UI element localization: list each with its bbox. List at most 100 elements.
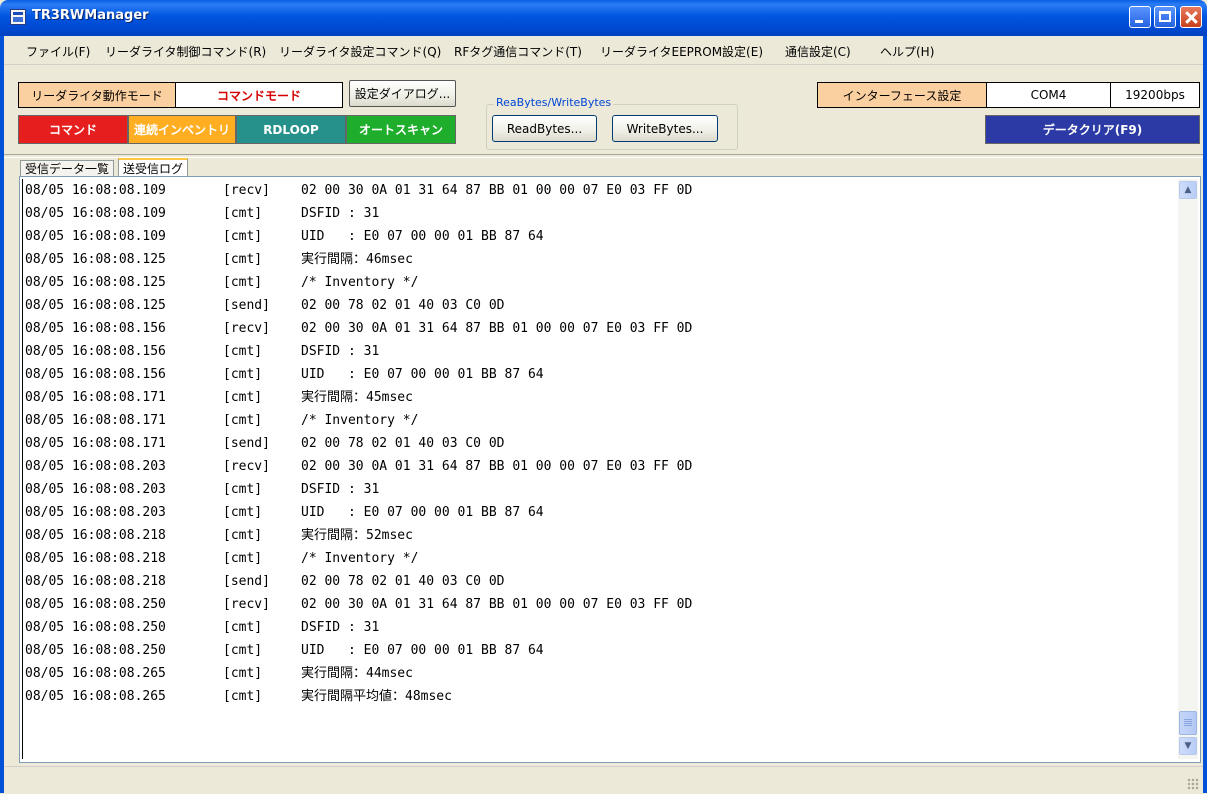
rdloop-button[interactable]: RDLOOP <box>236 115 346 144</box>
minimize-button[interactable] <box>1129 6 1151 28</box>
log-tag: [cmt] <box>223 551 263 566</box>
log-message: /* Inventory */ <box>301 275 419 290</box>
menu-bar: ファイル(F) リーダライタ制御コマンド(R) リーダライタ設定コマンド(Q) … <box>4 36 1203 65</box>
menu-help[interactable]: ヘルプ(H) <box>880 43 934 60</box>
log-tag: [cmt] <box>223 275 263 290</box>
scroll-down-icon[interactable]: ▼ <box>1179 737 1197 755</box>
menu-communication-settings[interactable]: 通信設定(C) <box>785 43 851 60</box>
interface-settings-label: インターフェース設定 <box>817 82 987 108</box>
vertical-scrollbar[interactable]: ▲ ▼ <box>1178 179 1198 759</box>
title-bar[interactable]: TR3RWManager <box>0 0 1207 36</box>
log-tag: [cmt] <box>223 620 263 635</box>
log-timestamp: 08/05 16:08:08.109 <box>25 183 166 198</box>
log-message: UID : E0 07 00 00 01 BB 87 64 <box>301 229 544 244</box>
log-timestamp: 08/05 16:08:08.109 <box>25 229 166 244</box>
log-message: /* Inventory */ <box>301 413 419 428</box>
log-timestamp: 08/05 16:08:08.156 <box>25 367 166 382</box>
log-message: 02 00 30 0A 01 31 64 87 BB 01 00 00 07 E… <box>301 597 693 612</box>
log-message: 02 00 78 02 01 40 03 C0 0D <box>301 574 505 589</box>
log-panel[interactable]: 08/05 16:08:08.109 [recv] 02 00 30 0A 01 3… <box>19 176 1201 763</box>
mode-value: コマンドモード <box>175 82 343 108</box>
log-tag: [recv] <box>223 459 270 474</box>
menu-file[interactable]: ファイル(F) <box>26 43 90 60</box>
log-tag: [cmt] <box>223 689 263 704</box>
log-tag: [send] <box>223 298 270 313</box>
log-timestamp: 08/05 16:08:08.171 <box>25 413 166 428</box>
window-frame-right <box>1203 36 1207 793</box>
log-tag: [cmt] <box>223 528 263 543</box>
log-timestamp: 08/05 16:08:08.250 <box>25 620 166 635</box>
log-tag: [cmt] <box>223 666 263 681</box>
log-timestamp: 08/05 16:08:08.203 <box>25 482 166 497</box>
log-message: 実行間隔：45msec <box>301 390 413 405</box>
log-timestamp: 08/05 16:08:08.125 <box>25 275 166 290</box>
log-message: DSFID : 31 <box>301 482 380 497</box>
log-message: 実行間隔：46msec <box>301 252 413 267</box>
log-timestamp: 08/05 16:08:08.265 <box>25 689 166 704</box>
log-tag: [cmt] <box>223 413 263 428</box>
log-tag: [recv] <box>223 597 270 612</box>
log-timestamp: 08/05 16:08:08.250 <box>25 643 166 658</box>
log-timestamp: 08/05 16:08:08.125 <box>25 298 166 313</box>
resize-grip-icon[interactable] <box>1187 778 1199 790</box>
log-message: 02 00 30 0A 01 31 64 87 BB 01 00 00 07 E… <box>301 321 693 336</box>
tab-received-data-list[interactable]: 受信データ一覧 <box>20 160 115 176</box>
log-timestamp: 08/05 16:08:08.218 <box>25 574 166 589</box>
read-bytes-button[interactable]: ReadBytes... <box>492 115 597 142</box>
data-clear-button[interactable]: データクリア(F9) <box>985 115 1200 144</box>
scroll-up-icon[interactable]: ▲ <box>1179 181 1197 199</box>
log-tag: [cmt] <box>223 206 263 221</box>
com-port-value: COM4 <box>986 82 1111 108</box>
scroll-thumb[interactable] <box>1179 711 1197 735</box>
log-tag: [cmt] <box>223 344 263 359</box>
log-tag: [send] <box>223 436 270 451</box>
menu-rw-eeprom-settings[interactable]: リーダライタEEPROM設定(E) <box>600 43 763 60</box>
app-icon <box>10 9 26 25</box>
log-timestamp: 08/05 16:08:08.171 <box>25 390 166 405</box>
log-message: 実行間隔平均値：48msec <box>301 689 452 704</box>
log-timestamp: 08/05 16:08:08.125 <box>25 252 166 267</box>
log-message: 02 00 78 02 01 40 03 C0 0D <box>301 298 505 313</box>
log-message: DSFID : 31 <box>301 620 380 635</box>
auto-scan-button[interactable]: オートスキャン <box>346 115 456 144</box>
log-timestamp: 08/05 16:08:08.218 <box>25 551 166 566</box>
log-tag: [cmt] <box>223 390 263 405</box>
write-bytes-button[interactable]: WriteBytes... <box>612 115 718 142</box>
group-title: ReaBytes/WriteBytes <box>494 96 614 109</box>
window-title: TR3RWManager <box>32 8 149 23</box>
log-timestamp: 08/05 16:08:08.156 <box>25 321 166 336</box>
tab-send-receive-log[interactable]: 送受信ログ <box>118 158 189 177</box>
continuous-inventory-button[interactable]: 連続インベントリ <box>128 115 236 144</box>
log-message: UID : E0 07 00 00 01 BB 87 64 <box>301 505 544 520</box>
log-tag: [cmt] <box>223 643 263 658</box>
log-tag: [recv] <box>223 321 270 336</box>
log-tag: [cmt] <box>223 229 263 244</box>
log-tag: [cmt] <box>223 252 263 267</box>
settings-dialog-button[interactable]: 設定ダイアログ... <box>349 80 456 107</box>
log-message: /* Inventory */ <box>301 551 419 566</box>
status-bar <box>4 766 1203 794</box>
menu-rw-settings-command[interactable]: リーダライタ設定コマンド(Q) <box>279 43 441 60</box>
log-timestamp: 08/05 16:08:08.171 <box>25 436 166 451</box>
log-timestamp: 08/05 16:08:08.250 <box>25 597 166 612</box>
close-button[interactable] <box>1180 6 1202 28</box>
log-tag: [recv] <box>223 183 270 198</box>
log-message: DSFID : 31 <box>301 344 380 359</box>
menu-rw-control-command[interactable]: リーダライタ制御コマンド(R) <box>105 43 266 60</box>
log-text-area[interactable]: 08/05 16:08:08.109 [recv] 02 00 30 0A 01 3… <box>22 179 1178 759</box>
log-message: UID : E0 07 00 00 01 BB 87 64 <box>301 643 544 658</box>
baud-rate-value: 19200bps <box>1110 82 1200 108</box>
log-message: 02 00 78 02 01 40 03 C0 0D <box>301 436 505 451</box>
menu-rf-tag-command[interactable]: RFタグ通信コマンド(T) <box>454 43 582 60</box>
log-message: 02 00 30 0A 01 31 64 87 BB 01 00 00 07 E… <box>301 183 693 198</box>
log-timestamp: 08/05 16:08:08.156 <box>25 344 166 359</box>
maximize-button[interactable] <box>1154 6 1176 28</box>
log-timestamp: 08/05 16:08:08.203 <box>25 459 166 474</box>
log-timestamp: 08/05 16:08:08.218 <box>25 528 166 543</box>
log-tag: [cmt] <box>223 505 263 520</box>
log-tag: [send] <box>223 574 270 589</box>
command-button[interactable]: コマンド <box>18 115 128 144</box>
log-message: 実行間隔：44msec <box>301 666 413 681</box>
log-tag: [cmt] <box>223 482 263 497</box>
log-message: 実行間隔：52msec <box>301 528 413 543</box>
